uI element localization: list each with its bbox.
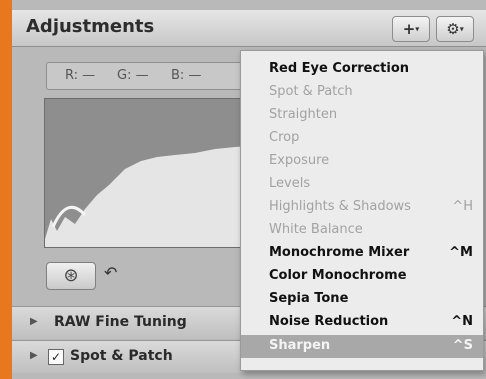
menu-item-red-eye-correction[interactable]: Red Eye Correction xyxy=(241,58,483,81)
dropdown-caret-icon: ▾ xyxy=(415,24,420,34)
histogram xyxy=(44,98,252,248)
aperture-icon: ⊛ xyxy=(63,265,79,286)
gear-icon: ⚙ xyxy=(446,20,460,38)
menu-item-color-monochrome[interactable]: Color Monochrome xyxy=(241,265,483,288)
red-readout: R: — xyxy=(65,68,96,83)
menu-item-spot-patch: Spot & Patch xyxy=(269,84,353,99)
menu-item-white-balance: White Balance xyxy=(269,222,363,237)
white-balance-picker-button[interactable]: ⊛ xyxy=(46,262,96,290)
section-label: Spot & Patch xyxy=(70,348,173,364)
menu-item-noise-reduction[interactable]: Noise Reduction ^N xyxy=(241,311,483,334)
menu-item-straighten: Straighten xyxy=(269,107,338,122)
histogram-curve xyxy=(45,146,251,247)
blue-readout: B: — xyxy=(171,68,202,83)
panel-title: Adjustments xyxy=(26,16,155,37)
menu-item-crop: Crop xyxy=(269,130,300,145)
green-readout: G: — xyxy=(117,68,149,83)
menu-item-exposure: Exposure xyxy=(269,153,330,168)
menu-item-highlights-shadows: Highlights & Shadows ^H xyxy=(269,199,473,214)
settings-button[interactable]: ⚙▾ xyxy=(436,16,474,42)
enable-checkbox[interactable]: ✓ xyxy=(48,349,64,365)
panel-titlebar: Adjustments +▾ ⚙▾ xyxy=(12,10,486,47)
undo-icon[interactable]: ↶ xyxy=(104,263,117,282)
disclosure-triangle-icon[interactable]: ▶ xyxy=(30,350,38,361)
menu-item-monochrome-mixer[interactable]: Monochrome Mixer ^M xyxy=(241,242,483,265)
menu-item-levels: Levels xyxy=(269,176,311,191)
add-adjustment-menu: Red Eye Correction Spot & Patch Straight… xyxy=(240,50,484,371)
dropdown-caret-icon: ▾ xyxy=(459,24,464,34)
plus-icon: + xyxy=(402,20,416,38)
section-label: RAW Fine Tuning xyxy=(54,314,187,330)
menu-item-sepia-tone[interactable]: Sepia Tone xyxy=(241,288,483,311)
add-adjustment-button[interactable]: +▾ xyxy=(392,16,430,42)
accent-bar xyxy=(0,0,12,379)
menu-item-sharpen[interactable]: Sharpen ^S xyxy=(241,335,483,358)
disclosure-triangle-icon[interactable]: ▶ xyxy=(30,316,38,327)
